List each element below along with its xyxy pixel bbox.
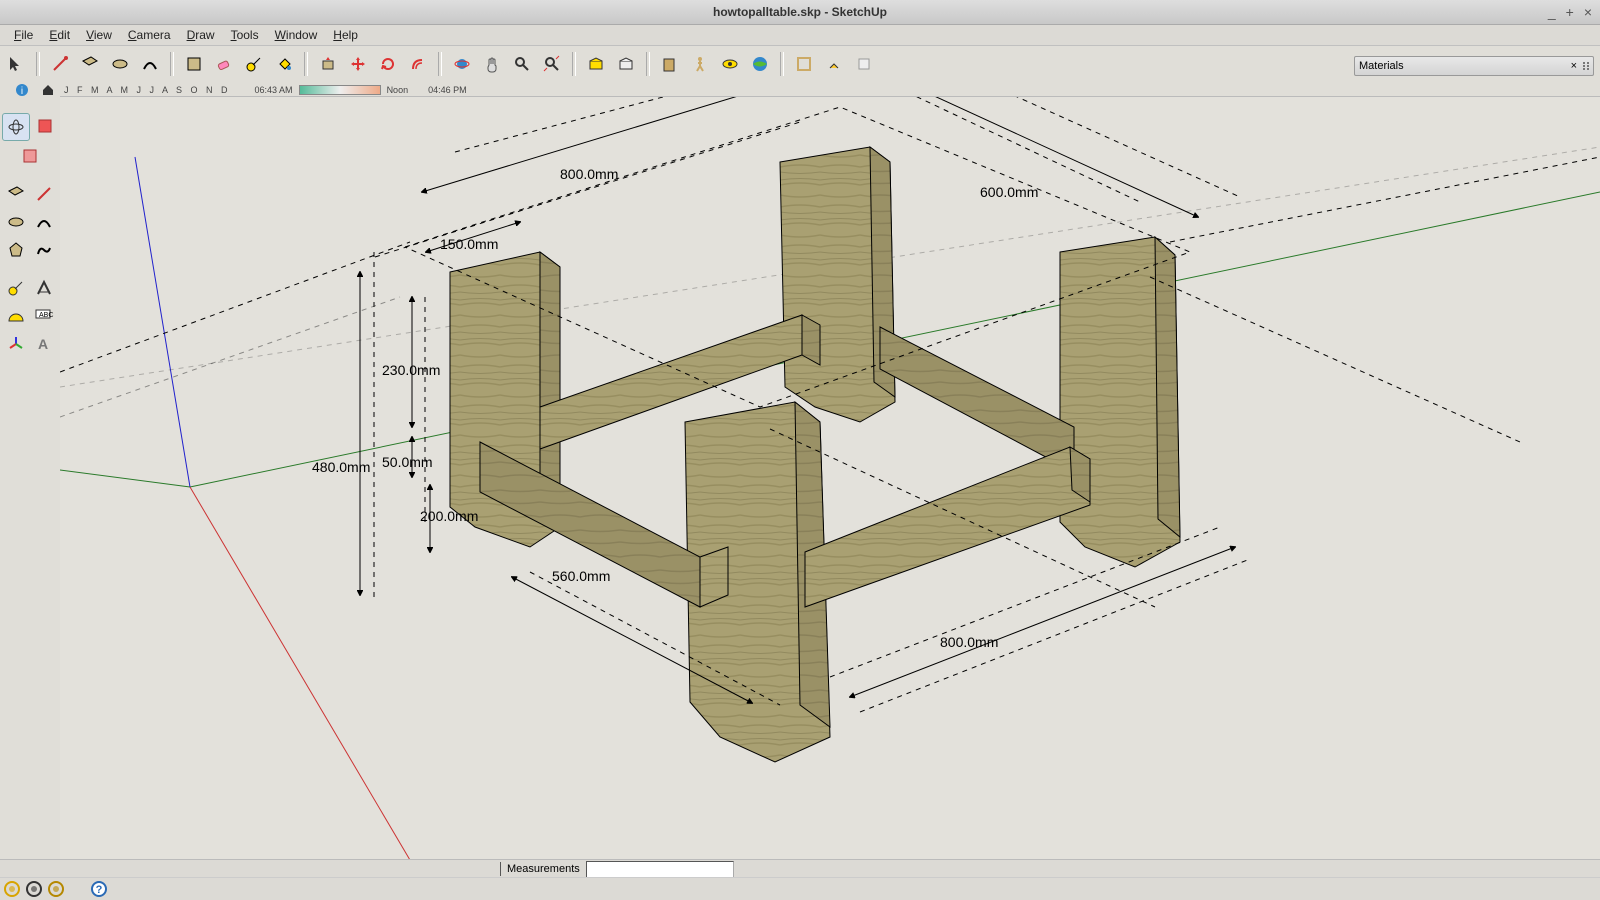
orbit-tool[interactable] — [448, 50, 476, 78]
dim-800-top: 800.0mm — [560, 166, 618, 182]
dimension-tool-left[interactable] — [31, 275, 57, 301]
extension-2[interactable] — [820, 50, 848, 78]
3d-viewport[interactable]: 800.0mm 600.0mm 150.0mm 230.0mm 480.0mm … — [60, 96, 1600, 872]
svg-text:A: A — [38, 336, 48, 352]
dim-150: 150.0mm — [440, 236, 498, 252]
orbit-tool-left[interactable] — [2, 113, 30, 141]
menu-tools[interactable]: Tools — [223, 26, 267, 44]
dim-560: 560.0mm — [552, 568, 610, 584]
extension-1[interactable] — [790, 50, 818, 78]
circle-tool[interactable] — [106, 50, 134, 78]
large-toolset: ABC A — [0, 96, 61, 878]
google-earth-tool[interactable] — [746, 50, 774, 78]
footer-bar: ? — [0, 877, 1600, 900]
menu-help[interactable]: Help — [325, 26, 366, 44]
menu-edit[interactable]: Edit — [41, 26, 78, 44]
materials-drag-handle[interactable] — [1583, 62, 1589, 70]
section-fill-tool[interactable] — [17, 143, 43, 169]
menu-file[interactable]: File — [6, 26, 41, 44]
rail-right-back — [880, 327, 1074, 472]
rail-front-right — [805, 447, 1090, 607]
dim-200: 200.0mm — [420, 508, 478, 524]
protractor-tool-left[interactable] — [3, 303, 29, 329]
maximize-button[interactable]: + — [1566, 4, 1574, 20]
walk-tool[interactable] — [686, 50, 714, 78]
leg-back-right — [780, 147, 895, 422]
zoom-extents-tool[interactable] — [538, 50, 566, 78]
geo-location-icon[interactable] — [4, 881, 20, 897]
status-bar: Measurements — [0, 859, 1600, 878]
rotate-tool[interactable] — [374, 50, 402, 78]
months-label: J F M A M J J A S O N D — [64, 85, 231, 95]
zoom-tool[interactable] — [508, 50, 536, 78]
menu-window[interactable]: Window — [267, 26, 326, 44]
shadow-timeline: i J F M A M J J A S O N D 06:43 AM Noon … — [12, 84, 467, 96]
paint-bucket-tool[interactable] — [270, 50, 298, 78]
pushpull-tool[interactable] — [314, 50, 342, 78]
3d-warehouse-share[interactable] — [612, 50, 640, 78]
time-sunset: 04:46 PM — [428, 85, 467, 95]
3d-warehouse-get[interactable] — [582, 50, 610, 78]
text-tool-left[interactable]: ABC — [31, 303, 57, 329]
dim-50: 50.0mm — [382, 454, 433, 470]
svg-text:?: ? — [96, 884, 103, 896]
section-plane-tool[interactable] — [32, 113, 58, 139]
select-tool[interactable] — [2, 50, 30, 78]
time-noon: Noon — [387, 85, 409, 95]
circle-tool-left[interactable] — [3, 209, 29, 235]
rectangle-tool[interactable] — [76, 50, 104, 78]
arc-tool-left[interactable] — [31, 209, 57, 235]
time-gradient[interactable] — [299, 85, 381, 95]
axes-tool-left[interactable] — [3, 331, 29, 357]
measurements-label: Measurements — [500, 862, 586, 876]
credits-icon[interactable] — [26, 881, 42, 897]
help-icon[interactable]: ? — [90, 880, 108, 898]
materials-panel-header[interactable]: Materials × — [1354, 56, 1594, 76]
rectangle-tool-left[interactable] — [3, 181, 29, 207]
polygon-tool-left[interactable] — [3, 237, 29, 263]
titlebar: howtopalltable.skp - SketchUp _ + × — [0, 0, 1600, 25]
window-title: howtopalltable.skp - SketchUp — [713, 5, 887, 19]
dim-600: 600.0mm — [980, 184, 1038, 200]
3dtext-tool-left[interactable]: A — [31, 331, 57, 357]
menu-bar: File Edit View Camera Draw Tools Window … — [0, 25, 1600, 46]
materials-label: Materials — [1359, 60, 1404, 72]
menu-camera[interactable]: Camera — [120, 26, 179, 44]
eraser-tool[interactable] — [210, 50, 238, 78]
minimize-button[interactable]: _ — [1548, 4, 1556, 20]
dim-480: 480.0mm — [312, 459, 370, 475]
offset-tool[interactable] — [404, 50, 432, 78]
freehand-tool-left[interactable] — [31, 237, 57, 263]
line-tool-left[interactable] — [31, 181, 57, 207]
tape-tool-left[interactable] — [3, 275, 29, 301]
move-tool[interactable] — [344, 50, 372, 78]
measurements-input[interactable] — [586, 861, 734, 878]
credits-icon-2[interactable] — [48, 881, 64, 897]
time-sunrise: 06:43 AM — [255, 85, 293, 95]
line-tool[interactable] — [46, 50, 74, 78]
layout-tool[interactable] — [656, 50, 684, 78]
dim-800-bottom: 800.0mm — [940, 634, 998, 650]
materials-close-icon[interactable]: × — [1569, 60, 1579, 72]
leg-right — [1060, 237, 1180, 567]
arc-tool[interactable] — [136, 50, 164, 78]
svg-text:ABC: ABC — [39, 312, 53, 319]
make-component-tool[interactable] — [180, 50, 208, 78]
look-tool[interactable] — [716, 50, 744, 78]
extension-3[interactable] — [850, 50, 878, 78]
tape-measure-tool[interactable] — [240, 50, 268, 78]
pan-tool[interactable] — [478, 50, 506, 78]
dim-230: 230.0mm — [382, 362, 440, 378]
close-button[interactable]: × — [1584, 4, 1592, 20]
menu-draw[interactable]: Draw — [179, 26, 223, 44]
menu-view[interactable]: View — [78, 26, 120, 44]
